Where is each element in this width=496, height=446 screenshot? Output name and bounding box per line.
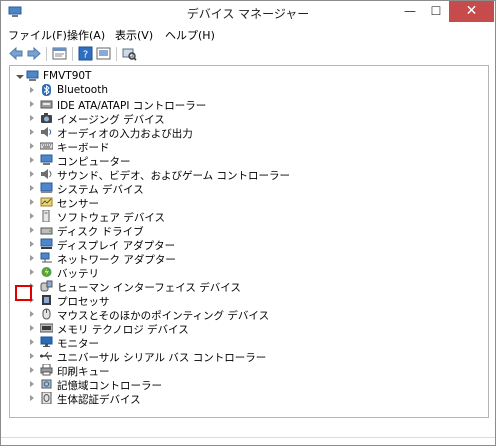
battery-icon <box>41 267 52 277</box>
software-device-icon <box>42 210 50 222</box>
maximize-button[interactable]: ☐ <box>423 1 449 22</box>
tree-item-label: IDE ATA/ATAPI コントローラー <box>57 100 207 112</box>
biometric-icon <box>41 392 52 404</box>
expand-arrow-icon[interactable] <box>30 227 34 233</box>
usb-icon <box>40 351 52 361</box>
device-manager-window: デバイス マネージャー — ☐ ✕ ファイル(F) 操作(A) 表示(V) ヘル… <box>0 0 496 446</box>
menu-help[interactable]: ヘルプ(H) <box>165 27 215 43</box>
printer-icon <box>40 364 53 376</box>
speaker-icon <box>41 127 52 137</box>
computer-icon <box>40 154 53 165</box>
system-devices-icon <box>40 182 53 193</box>
display-adapter-icon <box>40 238 53 249</box>
expand-arrow-icon[interactable] <box>30 199 34 205</box>
close-button[interactable]: ✕ <box>449 1 494 22</box>
toolbar: ? <box>1 44 495 64</box>
expand-arrow-icon[interactable] <box>30 101 34 107</box>
tree-item-label: キーボード <box>57 142 110 154</box>
help-icon[interactable]: ? <box>78 46 93 61</box>
camera-icon <box>41 113 52 123</box>
processor-icon <box>42 295 51 305</box>
expand-arrow-icon[interactable] <box>30 311 34 317</box>
tree-item-label: 生体認証デバイス <box>57 394 141 406</box>
status-bar <box>1 437 495 446</box>
tree-item-label: サウンド、ビデオ、およびゲーム コントローラー <box>57 170 290 182</box>
ide-controller-icon <box>40 100 53 109</box>
tree-item-label: ソフトウェア デバイス <box>57 212 166 224</box>
network-adapter-icon <box>40 252 52 263</box>
collapse-arrow-icon[interactable] <box>16 75 24 79</box>
tree-item-label: メモリ テクノロジ デバイス <box>57 324 189 336</box>
tree-item-label: バッテリ <box>57 268 99 280</box>
expand-arrow-icon[interactable] <box>30 143 34 149</box>
toolbar-separator <box>72 47 73 61</box>
expand-arrow-icon[interactable] <box>30 87 34 93</box>
forward-icon[interactable] <box>27 46 41 61</box>
tree-item-label: ネットワーク アダプター <box>57 254 176 266</box>
tree-item-label: Bluetooth <box>57 84 108 96</box>
expand-arrow-icon[interactable] <box>30 213 34 219</box>
tree-item-label: モニター <box>57 338 99 350</box>
tree-item-label: マウスとそのほかのポインティング デバイス <box>57 310 270 322</box>
tree-item-label: 印刷キュー <box>57 366 110 378</box>
expand-arrow-icon[interactable] <box>30 171 34 177</box>
svg-text:?: ? <box>83 50 88 61</box>
memory-icon <box>40 323 53 333</box>
menu-action[interactable]: 操作(A) <box>67 27 105 43</box>
minimize-button[interactable]: — <box>397 1 423 22</box>
expand-arrow-icon[interactable] <box>30 381 34 387</box>
disk-drive-icon <box>40 227 53 235</box>
expand-arrow-icon[interactable] <box>30 241 34 247</box>
expand-arrow-icon[interactable] <box>30 367 34 373</box>
scan-hardware-icon[interactable] <box>122 46 137 61</box>
title-bar[interactable]: デバイス マネージャー — ☐ ✕ <box>1 1 495 24</box>
mouse-icon <box>42 308 51 320</box>
sensor-icon <box>40 197 53 207</box>
hid-icon <box>40 280 53 292</box>
computer-icon <box>26 70 39 81</box>
expand-arrow-icon[interactable] <box>30 339 34 345</box>
expand-arrow-icon[interactable] <box>30 353 34 359</box>
tree-item-label: コンピューター <box>57 156 131 168</box>
expand-arrow-icon[interactable] <box>30 325 34 331</box>
monitor-icon <box>40 336 53 347</box>
storage-controller-icon <box>41 379 52 389</box>
back-icon[interactable] <box>9 46 23 61</box>
menu-view[interactable]: 表示(V) <box>115 27 153 43</box>
toolbar-separator <box>116 47 117 61</box>
keyboard-icon <box>40 142 53 150</box>
expand-arrow-icon[interactable] <box>30 129 34 135</box>
tree-item-label: ヒューマン インターフェイス デバイス <box>57 282 241 294</box>
tree-item-label: イメージング デバイス <box>57 114 165 126</box>
menu-file[interactable]: ファイル(F) <box>8 27 67 43</box>
properties-icon[interactable] <box>52 46 67 61</box>
expand-arrow-icon[interactable] <box>30 115 34 121</box>
tree-item-label: プロセッサ <box>57 296 110 308</box>
highlight-box <box>15 285 32 301</box>
tree-item-label: ユニバーサル シリアル バス コントローラー <box>57 352 267 364</box>
tree-item-label: ディスプレイ アダプター <box>57 240 176 252</box>
expand-arrow-icon[interactable] <box>30 395 34 401</box>
expand-arrow-icon[interactable] <box>30 185 34 191</box>
menu-bar: ファイル(F) 操作(A) 表示(V) ヘルプ(H) <box>1 25 495 43</box>
tree-item-label: ディスク ドライブ <box>57 226 144 238</box>
device-tree: FMVT90T Bluetooth IDE ATA/ATAPI コントローラー … <box>9 65 489 418</box>
expand-arrow-icon[interactable] <box>30 269 34 275</box>
tree-item-label: センサー <box>57 198 99 210</box>
expand-arrow-icon[interactable] <box>30 255 34 261</box>
sound-icon <box>41 169 52 179</box>
toolbar-separator <box>46 47 47 61</box>
horizontal-scrollbar[interactable] <box>9 419 487 437</box>
expand-arrow-icon[interactable] <box>30 157 34 163</box>
tree-item-label: 記憶域コントローラー <box>57 380 162 392</box>
bluetooth-icon <box>42 84 51 96</box>
tree-item-label: システム デバイス <box>57 184 144 196</box>
view-device-icon[interactable] <box>96 46 111 61</box>
tree-root-label: FMVT90T <box>43 70 92 82</box>
tree-item-label: オーディオの入力および出力 <box>57 128 193 140</box>
